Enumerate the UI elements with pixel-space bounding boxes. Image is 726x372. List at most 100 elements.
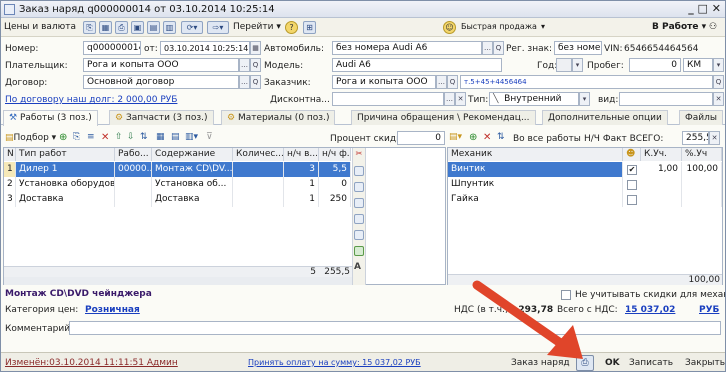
discount-select-icon[interactable]: … xyxy=(444,92,455,106)
car-search-icon[interactable]: Q xyxy=(493,41,504,55)
users-icon[interactable]: ⚇ xyxy=(709,22,717,32)
mech-checkbox[interactable] xyxy=(627,180,637,190)
filter-icon[interactable]: ▦ xyxy=(156,132,165,142)
contract-search-icon[interactable]: Q xyxy=(250,75,261,89)
filter-set-icon[interactable]: ▤ xyxy=(171,132,180,142)
sort-icon[interactable]: ⇅ xyxy=(140,132,148,142)
kind-clear-icon[interactable]: ✕ xyxy=(713,92,724,106)
works-col-nh[interactable]: н/ч в... xyxy=(284,148,319,161)
side-cut-icon[interactable]: ✂ xyxy=(354,150,364,160)
works-col-qty[interactable]: Количес... xyxy=(233,148,284,161)
calendar-icon[interactable]: ▦ xyxy=(250,41,261,55)
discount-clear-icon[interactable]: ✕ xyxy=(455,92,466,106)
side-export-icon[interactable] xyxy=(354,246,364,256)
mech-selection-icon[interactable]: ▤▾ xyxy=(449,132,462,142)
year-field[interactable] xyxy=(556,58,572,72)
changed-info-link[interactable]: Изменён:03.10.2014 11:11:51 Админ xyxy=(5,358,178,368)
selection-button[interactable]: ▤Подбор ▾ xyxy=(5,133,56,143)
mech-sort-icon[interactable]: ⇅ xyxy=(497,132,505,142)
works-col-nhf[interactable]: н/ч ф... xyxy=(319,148,351,161)
delete-icon[interactable]: ✕ xyxy=(101,132,109,143)
print-icon[interactable]: ⎙ xyxy=(115,21,128,34)
table-row[interactable]: Шпунтик xyxy=(448,177,722,192)
debt-link[interactable]: По договору наш долг: 2 000,00 РУБ xyxy=(5,95,177,105)
mileage-unit-field[interactable]: КМ xyxy=(683,58,713,72)
filter-list-icon[interactable]: ▥▾ xyxy=(185,132,198,142)
print-dropdown-icon[interactable]: ⇨▾ xyxy=(207,21,229,34)
structure-icon[interactable]: ⊞ xyxy=(303,21,316,34)
fast-sale-icon[interactable]: ☺ xyxy=(443,21,456,34)
works-col-n[interactable]: N xyxy=(4,148,16,161)
number-field[interactable]: q000000014 xyxy=(83,41,141,55)
tab-files[interactable]: Файлы xyxy=(679,110,723,125)
comment-field[interactable] xyxy=(69,321,721,335)
table-row[interactable]: 1 Дилер 1 00000... Монтаж CD\DV... 3 5,5 xyxy=(4,162,352,177)
save-icon[interactable]: ▣ xyxy=(131,21,144,34)
fact-total-clear-icon[interactable]: ✕ xyxy=(709,131,720,145)
mech-col-p[interactable]: %.Уч xyxy=(682,148,722,161)
mileage-unit-dropdown-icon[interactable]: ▾ xyxy=(713,58,724,72)
side-list-icon[interactable] xyxy=(354,214,364,224)
mech-delete-icon[interactable]: ✕ xyxy=(483,132,491,143)
works-col-work[interactable]: Рабо... xyxy=(115,148,152,161)
customer-search-icon[interactable]: Q xyxy=(447,75,458,89)
prices-button[interactable]: Цены и валюта xyxy=(4,22,76,32)
doc-icon[interactable]: ▤ xyxy=(147,21,160,34)
fact-total-field[interactable]: 255,5 xyxy=(682,131,709,145)
payer-field[interactable]: Рога и копыта ООО xyxy=(83,58,239,72)
type-field[interactable]: ╲ Внутренний xyxy=(489,92,579,106)
move-down-icon[interactable]: ⇩ xyxy=(127,132,135,142)
side-table-icon[interactable] xyxy=(354,182,364,192)
copy-row-icon[interactable]: ⎘ xyxy=(73,132,80,142)
all-works-button[interactable]: Во все работы xyxy=(513,134,581,144)
fast-sale-button[interactable]: Быстрая продажа xyxy=(461,22,537,31)
tab-parts[interactable]: ⚙ Запчасти (3 поз.) xyxy=(109,110,214,125)
table-row[interactable]: 2 Установка оборудова... Установка об...… xyxy=(4,177,352,192)
tab-works[interactable]: ⚒ Работы (3 поз.) xyxy=(3,110,98,126)
works-col-content[interactable]: Содержание xyxy=(152,148,233,161)
refresh-dropdown-icon[interactable]: ⟳▾ xyxy=(181,21,203,34)
contract-field[interactable]: Основной договор xyxy=(83,75,239,89)
customer-select-icon[interactable]: … xyxy=(436,75,447,89)
table-row[interactable]: 3 Доставка Доставка 1 250 xyxy=(4,192,352,207)
price-category-link[interactable]: Розничная xyxy=(85,305,140,315)
mech-col-user-icon[interactable]: ☻ xyxy=(623,148,641,161)
type-dropdown-icon[interactable]: ▾ xyxy=(579,92,590,106)
mech-add-icon[interactable]: ⊕ xyxy=(469,132,477,143)
copy-icon[interactable]: ⎘ xyxy=(83,21,96,34)
tab-materials[interactable]: ⚙ Материалы (0 поз.) xyxy=(221,110,336,125)
mech-col-k[interactable]: К.Уч. xyxy=(641,148,682,161)
table-row[interactable]: Гайка xyxy=(448,192,722,207)
total-value[interactable]: 15 037,02 xyxy=(625,305,675,315)
car-select-icon[interactable]: … xyxy=(482,41,493,55)
date-field[interactable]: 03.10.2014 10:25:14 xyxy=(160,41,250,55)
side-doc-icon[interactable] xyxy=(354,166,364,176)
filter-clear-icon[interactable]: ⊽ xyxy=(206,132,213,142)
mileage-field[interactable]: 0 xyxy=(629,58,681,72)
discount-percent-field[interactable]: 0 xyxy=(397,131,445,145)
mech-col-name[interactable]: Механик xyxy=(448,148,623,161)
phone-field[interactable]: т.5+45+4456464 xyxy=(460,75,713,89)
add-icon[interactable]: ⊕ xyxy=(59,132,67,143)
save-button[interactable]: Записать xyxy=(625,356,677,371)
accept-payment-link[interactable]: Принять оплату на сумму: 15 037,02 РУБ xyxy=(248,358,421,367)
tab-reason[interactable]: Причина обращения \ Рекомендац... xyxy=(351,110,536,125)
table-row[interactable]: Винтик ✔ 1,00 100,00 xyxy=(448,162,722,177)
move-up-icon[interactable]: ⇧ xyxy=(115,132,123,142)
side-font-icon[interactable]: A xyxy=(354,262,364,272)
help-icon[interactable]: ? xyxy=(285,21,298,34)
reg-field[interactable]: без номе xyxy=(554,41,602,55)
kind-field[interactable] xyxy=(619,92,713,106)
tab-options[interactable]: Дополнительные опции xyxy=(542,110,668,125)
minimize-icon[interactable]: _ xyxy=(688,2,694,15)
grid-icon[interactable]: ▦ xyxy=(99,21,112,34)
goto-menu[interactable]: Перейти ▾ xyxy=(233,22,281,32)
payer-select-icon[interactable]: … xyxy=(239,58,250,72)
close-icon[interactable]: ✕ xyxy=(712,2,721,15)
currency-link[interactable]: РУБ xyxy=(699,305,719,315)
customer-field[interactable]: Рога и копыта ООО xyxy=(332,75,436,89)
close-button[interactable]: Закрыть xyxy=(681,356,725,371)
works-scrollbar[interactable] xyxy=(4,277,352,285)
fast-sale-dropdown-icon[interactable]: ▾ xyxy=(541,22,545,31)
works-col-type[interactable]: Тип работ xyxy=(16,148,115,161)
